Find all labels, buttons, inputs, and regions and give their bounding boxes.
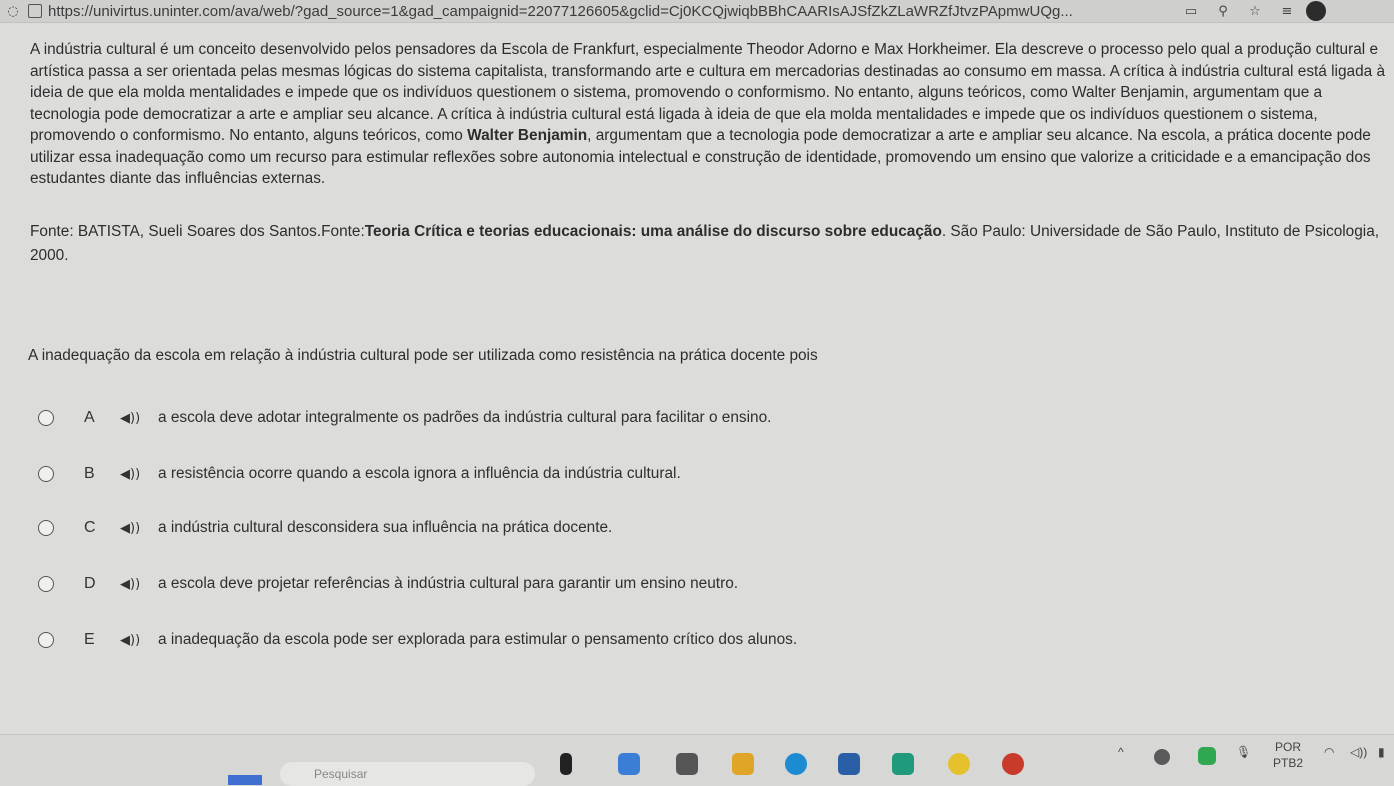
option-text: a escola deve adotar integralmente os pa… — [158, 409, 772, 426]
toolbar-actions: ▭ ⚲ ☆ ≡ — [1178, 1, 1326, 21]
tray-app-icon[interactable] — [1154, 749, 1170, 765]
option-d[interactable]: D ◀)) a escola deve projetar referências… — [22, 562, 1352, 606]
radio-button[interactable] — [38, 576, 54, 592]
passage: A indústria cultural é um conceito desen… — [30, 39, 1386, 190]
battery-icon[interactable]: ▮ — [1378, 745, 1385, 759]
language-line1: POR — [1275, 740, 1302, 754]
language-line2: PTB2 — [1273, 756, 1304, 770]
speaker-icon[interactable]: ◀)) — [120, 633, 142, 648]
option-letter: D — [84, 575, 96, 592]
profile-avatar[interactable] — [1306, 1, 1326, 21]
page-icon — [28, 4, 42, 18]
task-view-icon[interactable] — [560, 753, 572, 775]
browser-toolbar: ◌ https://univirtus.uninter.com/ava/web/… — [0, 0, 1394, 23]
favorites-icon[interactable]: ≡ — [1274, 1, 1300, 21]
language-indicator[interactable]: POR PTB2 — [1273, 739, 1303, 771]
wifi-icon[interactable]: ◠ — [1324, 745, 1334, 759]
option-a[interactable]: A ◀)) a escola deve adotar integralmente… — [22, 396, 1352, 440]
tray-app-icon[interactable] — [1198, 747, 1216, 765]
speaker-icon[interactable]: ◀)) — [120, 577, 142, 592]
radio-button[interactable] — [38, 466, 54, 482]
option-e[interactable]: E ◀)) a inadequação da escola pode ser e… — [22, 618, 1352, 662]
url-text: https://univirtus.uninter.com/ava/web/?g… — [48, 2, 1073, 20]
chrome-icon[interactable] — [948, 753, 970, 775]
radio-button[interactable] — [38, 520, 54, 536]
app-icon[interactable] — [892, 753, 914, 775]
option-letter: A — [84, 409, 95, 426]
speaker-icon[interactable]: ◀)) — [120, 521, 142, 536]
taskbar: Pesquisar ^ 🎙︎ POR PTB2 ◠ ◁)) ▮ — [0, 734, 1394, 786]
back-icon[interactable]: ◌ — [0, 1, 26, 21]
tray-chevron-icon[interactable]: ^ — [1118, 745, 1124, 759]
option-letter: B — [84, 465, 95, 482]
radio-button[interactable] — [38, 632, 54, 648]
edge-icon[interactable] — [785, 753, 807, 775]
store-icon[interactable] — [838, 753, 860, 775]
star-icon[interactable]: ☆ — [1242, 1, 1268, 21]
speaker-icon[interactable]: ◀)) — [120, 467, 142, 482]
source-prefix: Fonte: BATISTA, Sueli Soares dos Santos.… — [30, 223, 365, 240]
address-bar[interactable]: https://univirtus.uninter.com/ava/web/?g… — [28, 2, 1158, 20]
option-c[interactable]: C ◀)) a indústria cultural desconsidera … — [22, 506, 1352, 550]
option-text: a escola deve projetar referências à ind… — [158, 575, 739, 592]
option-text: a inadequação da escola pode ser explora… — [158, 631, 798, 648]
app-icon[interactable] — [1002, 753, 1024, 775]
microphone-icon[interactable]: 🎙︎ — [1236, 745, 1251, 759]
page-content: A indústria cultural é um conceito desen… — [0, 22, 1394, 734]
taskbar-search[interactable]: Pesquisar — [280, 762, 535, 786]
reader-mode-icon[interactable]: ▭ — [1178, 1, 1204, 21]
option-b[interactable]: B ◀)) a resistência ocorre quando a esco… — [22, 452, 1352, 496]
option-letter: C — [84, 519, 96, 536]
option-text: a resistência ocorre quando a escola ign… — [158, 465, 681, 482]
option-text: a indústria cultural desconsidera sua in… — [158, 519, 613, 536]
question-text: A inadequação da escola em relação à ind… — [28, 347, 818, 364]
speaker-icon[interactable]: ◀)) — [120, 411, 142, 426]
option-letter: E — [84, 631, 95, 648]
radio-button[interactable] — [38, 410, 54, 426]
zoom-icon[interactable]: ⚲ — [1210, 1, 1236, 21]
source-title: Teoria Crítica e teorias educacionais: u… — [364, 223, 942, 240]
volume-icon[interactable]: ◁)) — [1350, 745, 1367, 759]
widgets-icon[interactable] — [618, 753, 640, 775]
file-explorer-icon[interactable] — [732, 753, 754, 775]
start-icon[interactable] — [228, 775, 262, 785]
app-icon[interactable] — [676, 753, 698, 775]
source-citation: Fonte: BATISTA, Sueli Soares dos Santos.… — [30, 220, 1386, 268]
search-placeholder: Pesquisar — [314, 767, 368, 781]
passage-bold-name: Walter Benjamin — [467, 127, 588, 144]
